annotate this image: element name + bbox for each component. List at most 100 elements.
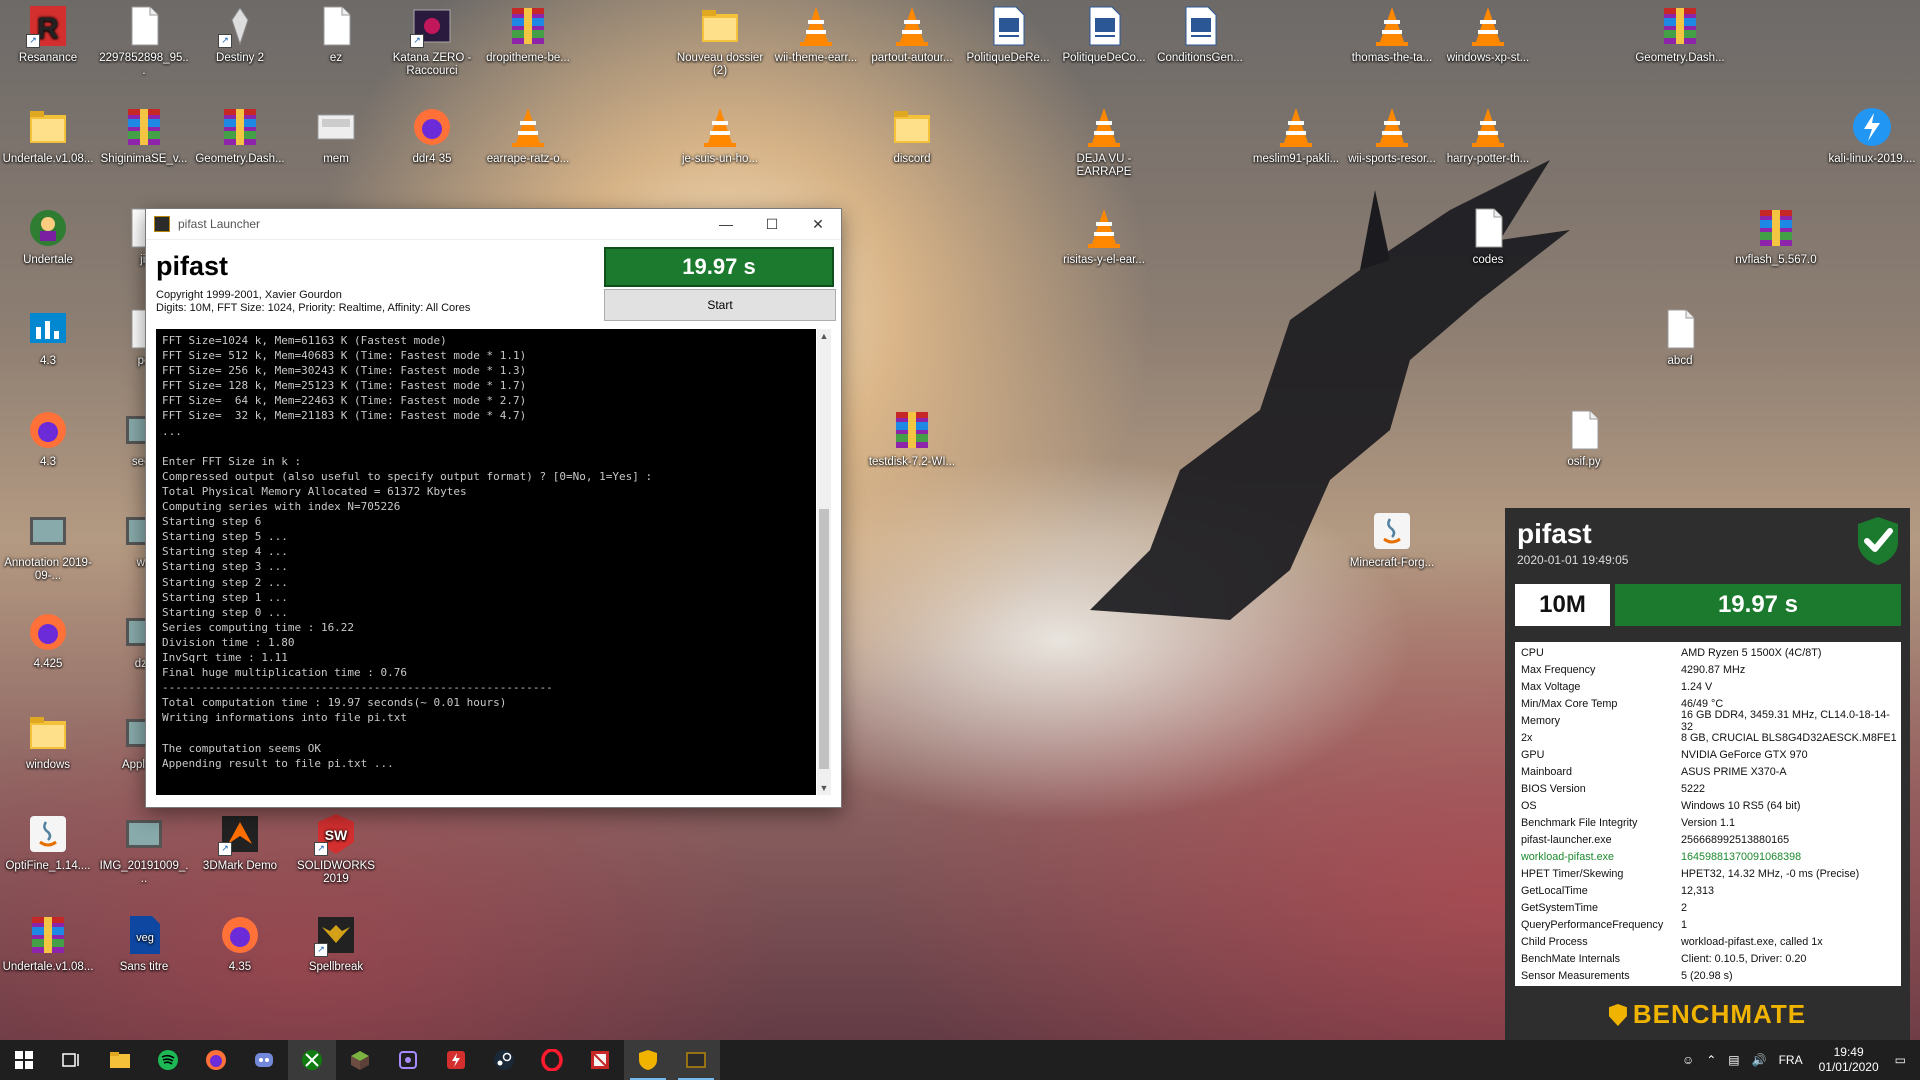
spotify-icon[interactable] xyxy=(144,1040,192,1080)
desktop-icon[interactable]: windows xyxy=(0,707,96,772)
discord-icon[interactable] xyxy=(240,1040,288,1080)
desktop-icon[interactable]: ConditionsGen... xyxy=(1152,0,1248,65)
bm-timestamp: 2020-01-01 19:49:05 xyxy=(1517,553,1629,567)
benchmate-icon[interactable] xyxy=(624,1040,672,1080)
desktop-icon[interactable]: 4.425 xyxy=(0,606,96,671)
desktop-icon[interactable]: meslim91-pakli... xyxy=(1248,101,1344,166)
desktop-icon[interactable]: DEJA VU - EARRAPE xyxy=(1056,101,1152,179)
task-view-icon[interactable] xyxy=(48,1040,96,1080)
bm-info-row: CPU AMD Ryzen 5 1500X (4C/8T) xyxy=(1515,644,1901,661)
desktop-icon[interactable]: ↗ 3DMark Demo xyxy=(192,808,288,873)
bm-info-key: workload-pifast.exe xyxy=(1521,850,1615,863)
desktop-icon[interactable]: 4.3 xyxy=(0,303,96,368)
desktop-icon[interactable]: ddr4 35 xyxy=(384,101,480,166)
desktop-icon[interactable]: mem xyxy=(288,101,384,166)
desktop-icon[interactable]: ↗ Katana ZERO - Raccourci xyxy=(384,0,480,78)
bm-info-row: Memory 16 GB DDR4, 3459.31 MHz, CL14.0-18… xyxy=(1515,709,1901,733)
file-explorer-icon[interactable] xyxy=(96,1040,144,1080)
minimize-button[interactable]: — xyxy=(703,209,749,239)
desktop-icon[interactable]: Annotation 2019-09-... xyxy=(0,505,96,583)
desktop-icon-label: DEJA VU - EARRAPE xyxy=(1076,153,1132,178)
clock[interactable]: 19:49 01/01/2020 xyxy=(1819,1045,1879,1075)
desktop-icon[interactable]: 2297852898_95... xyxy=(96,0,192,78)
desktop-icon[interactable]: wii-sports-resor... xyxy=(1344,101,1440,166)
notifications-icon[interactable]: ▭ xyxy=(1895,1053,1906,1067)
desktop-icon[interactable]: partout-autour... xyxy=(864,0,960,65)
bm-info-value: 2 xyxy=(1681,901,1688,914)
vlc-icon xyxy=(506,105,550,149)
xbox-icon[interactable] xyxy=(288,1040,336,1080)
desktop-icon[interactable]: thomas-the-ta... xyxy=(1344,0,1440,65)
desktop-icon[interactable]: windows-xp-st... xyxy=(1440,0,1536,65)
network-icon[interactable]: ▤ xyxy=(1728,1053,1739,1067)
desktop-icon[interactable]: R ↗ Resanance xyxy=(0,0,96,65)
desktop-icon[interactable]: Geometry.Dash... xyxy=(1632,0,1728,65)
maximize-button[interactable]: ☐ xyxy=(749,209,795,239)
desktop-icon[interactable]: testdisk-7.2-WI... xyxy=(864,404,960,469)
desktop-icon[interactable]: dropitheme-be... xyxy=(480,0,576,65)
vlc-icon xyxy=(1466,105,1510,149)
desktop-icon[interactable]: discord xyxy=(864,101,960,166)
desktop-icon[interactable]: ShiginimaSE_v... xyxy=(96,101,192,166)
desktop-icon[interactable]: risitas-y-el-ear... xyxy=(1056,202,1152,267)
desktop-icon[interactable]: nvflash_5.567.0 xyxy=(1728,202,1824,267)
desktop-icon[interactable]: earrape-ratz-o... xyxy=(480,101,576,166)
volume-icon[interactable]: 🔊 xyxy=(1752,1053,1767,1067)
desktop-icon[interactable]: veg Sans titre xyxy=(96,909,192,974)
desktop-icon[interactable]: Undertale.v1.08... xyxy=(0,909,96,974)
desktop-icon[interactable]: ez xyxy=(288,0,384,65)
desktop-icon[interactable]: PolitiqueDeRe... xyxy=(960,0,1056,65)
console-scrollbar[interactable]: ▲ ▼ xyxy=(817,329,831,795)
desktop-icon[interactable]: kali-linux-2019.... xyxy=(1824,101,1920,166)
desktop-icon[interactable]: IMG_20191009_... xyxy=(96,808,192,886)
desktop-icon[interactable]: 4.3 xyxy=(0,404,96,469)
chevron-up-icon[interactable]: ⌃ xyxy=(1706,1053,1716,1067)
desktop-icon-label: PolitiqueDeCo... xyxy=(1062,52,1146,64)
rar-icon xyxy=(1658,4,1702,48)
title-bar[interactable]: pifast Launcher — ☐ ✕ xyxy=(146,209,841,240)
desktop-icon[interactable]: ↗ Destiny 2 xyxy=(192,0,288,65)
scroll-up-icon[interactable]: ▲ xyxy=(817,329,831,343)
start-button[interactable]: Start xyxy=(604,289,836,321)
vlc-icon xyxy=(1274,105,1318,149)
ryzen-master-icon[interactable] xyxy=(432,1040,480,1080)
desktop-icon[interactable]: Nouveau dossier (2) xyxy=(672,0,768,78)
desktop-icon[interactable]: codes xyxy=(1440,202,1536,267)
bm-time: 19.97 s xyxy=(1615,584,1901,626)
desktop-icon[interactable]: osif.py xyxy=(1536,404,1632,469)
people-icon[interactable]: ☺ xyxy=(1682,1053,1694,1067)
app-icon[interactable] xyxy=(384,1040,432,1080)
pifast-icon[interactable] xyxy=(672,1040,720,1080)
desktop-icon-label: 4.425 xyxy=(33,658,63,670)
winrar-icon[interactable] xyxy=(576,1040,624,1080)
opera-icon[interactable] xyxy=(528,1040,576,1080)
close-button[interactable]: ✕ xyxy=(795,209,841,239)
desktop-icon[interactable]: wii-theme-earr... xyxy=(768,0,864,65)
console-output[interactable]: FFT Size=1024 k, Mem=61163 K (Fastest mo… xyxy=(156,329,816,795)
desktop-icon[interactable]: OptiFine_1.14.... xyxy=(0,808,96,873)
bm-info-key: HPET Timer/Skewing xyxy=(1521,867,1624,880)
desktop-icon[interactable]: 4.35 xyxy=(192,909,288,974)
desktop-icon[interactable]: harry-potter-th... xyxy=(1440,101,1536,166)
minecraft-icon[interactable] xyxy=(336,1040,384,1080)
steam-icon[interactable] xyxy=(480,1040,528,1080)
desktop-icon[interactable]: je-suis-un-ho... xyxy=(672,101,768,166)
firefox-icon[interactable] xyxy=(192,1040,240,1080)
bm-info-row: Max Frequency 4290.87 MHz xyxy=(1515,661,1901,678)
desktop-icon[interactable]: Undertale.v1.08... xyxy=(0,101,96,166)
desktop-icon[interactable]: abcd xyxy=(1632,303,1728,368)
scroll-down-icon[interactable]: ▼ xyxy=(817,781,831,795)
desktop-icon-label: partout-autour... xyxy=(871,52,953,64)
language-indicator[interactable]: FRA xyxy=(1779,1053,1803,1067)
console-line: Starting step 6 xyxy=(162,515,262,529)
start-icon[interactable] xyxy=(0,1040,48,1080)
pifast-launcher-window[interactable]: pifast Launcher — ☐ ✕ pifast Copyright 1… xyxy=(145,208,842,808)
desktop-icon[interactable]: PolitiqueDeCo... xyxy=(1056,0,1152,65)
scroll-thumb[interactable] xyxy=(819,509,829,769)
desktop-icon[interactable]: SW ↗ SOLIDWORKS 2019 xyxy=(288,808,384,886)
desktop-icon[interactable]: Minecraft-Forg... xyxy=(1344,505,1440,570)
desktop-icon[interactable]: Geometry.Dash... xyxy=(192,101,288,166)
desktop-icon[interactable]: Undertale xyxy=(0,202,96,267)
desktop-icon[interactable]: ↗ Spellbreak xyxy=(288,909,384,974)
wdoc-icon xyxy=(1178,4,1222,48)
